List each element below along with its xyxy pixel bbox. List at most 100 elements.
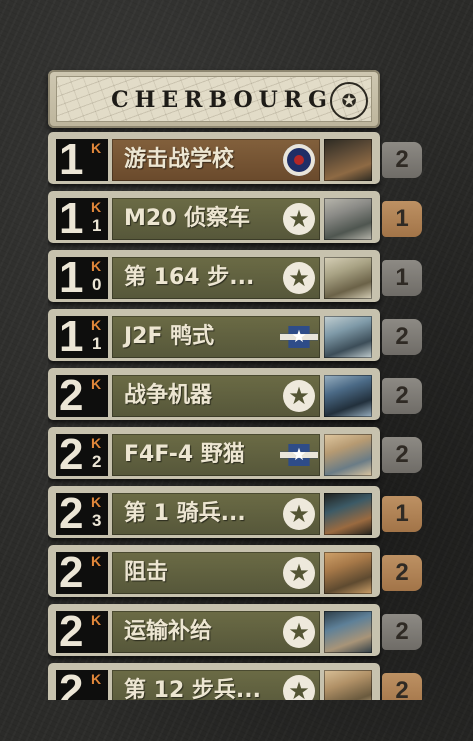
- us-navy-star-icon: ★: [280, 444, 318, 466]
- us-star-icon: ★: [283, 498, 315, 530]
- us-star-icon: ★: [283, 557, 315, 589]
- card-kredit-label: K: [91, 435, 102, 451]
- card-cost-value: 2: [59, 371, 84, 420]
- card-cost: 1K1: [56, 194, 108, 243]
- card-frame: 1 K 1 J2F 鸭式 ★: [48, 309, 380, 361]
- card-kredit-label: K: [91, 376, 102, 392]
- card-cost: 1K: [56, 138, 108, 182]
- card-cost-value: 1: [59, 253, 84, 302]
- card-copy-count: 2: [382, 437, 422, 473]
- card-cost: 2K3: [56, 489, 108, 538]
- card-kredit-label: K: [91, 140, 102, 156]
- card-copy-count: 1: [382, 201, 422, 237]
- card-art-thumbnail: [324, 670, 372, 700]
- card-kredit-label: K: [91, 494, 102, 510]
- card-frame: 1K0 第 164 步... ★: [48, 250, 380, 302]
- card-copy-count: 2: [382, 555, 422, 591]
- card-kredit-label: K: [91, 553, 102, 569]
- card-frame: 2 K 2 F4F-4 野猫 ★: [48, 427, 380, 479]
- card-kredit-value: 2: [92, 452, 102, 471]
- us-star-icon: ★: [283, 616, 315, 648]
- card-cost-value: 2: [59, 430, 84, 479]
- card-copy-count: 2: [382, 614, 422, 650]
- card-frame: 2 K 运输补给 ★: [48, 604, 380, 656]
- card-name-bar: 第 12 步兵... ★: [112, 670, 320, 700]
- deck-card-row[interactable]: 2 K 战争机器 ★ 2: [48, 366, 428, 422]
- deck-header: CHERBOURG ✪: [48, 70, 380, 128]
- card-name-bar: 运输补给 ★: [112, 611, 320, 653]
- deck-card-row[interactable]: 1 K 游击战学校 2: [48, 130, 428, 186]
- card-copy-count: 2: [382, 319, 422, 355]
- card-cost: 1K0: [56, 253, 108, 302]
- card-art-thumbnail: [324, 198, 372, 240]
- card-cost-value: 2: [59, 607, 84, 656]
- card-kredit-label: K: [91, 199, 102, 215]
- card-art-thumbnail: [324, 434, 372, 476]
- card-kredit-value: 1: [92, 216, 102, 235]
- card-copy-count: 1: [382, 260, 422, 296]
- card-name: 游击战学校: [124, 147, 235, 172]
- card-art-thumbnail: [324, 257, 372, 299]
- card-frame: 2K 第 12 步兵... ★: [48, 663, 380, 700]
- card-copy-count: 1: [382, 496, 422, 532]
- card-name: 第 164 步...: [124, 265, 255, 290]
- card-cost: 2K2: [56, 430, 108, 479]
- deck-card-row[interactable]: 2K3 第 1 骑兵... ★ 1: [48, 484, 428, 540]
- card-kredit-value: 3: [92, 511, 102, 530]
- uk-roundel-icon: [283, 144, 315, 176]
- card-name-bar: M20 侦察车 ★: [112, 198, 320, 240]
- card-cost: 2K: [56, 666, 108, 701]
- card-name-bar: J2F 鸭式 ★: [112, 316, 320, 358]
- card-art-thumbnail: [324, 552, 372, 594]
- card-name-bar: 游击战学校: [112, 139, 320, 181]
- deck-card-row[interactable]: 1 K 1 J2F 鸭式 ★ 2: [48, 307, 428, 363]
- deck-card-row[interactable]: 1 K 1 M20 侦察车 ★ 1: [48, 189, 428, 245]
- card-kredit-label: K: [91, 671, 102, 687]
- deck-card-list[interactable]: 1 K 游击战学校 2 1 K 1 M20 侦察车 ★ 1 1 K 0 第 164 步... ★ 1 1 K 1 J2…: [48, 130, 428, 700]
- us-star-icon: ★: [283, 203, 315, 235]
- card-cost-value: 1: [59, 194, 84, 243]
- us-star-icon: ★: [283, 262, 315, 294]
- card-frame: 1 K 游击战学校: [48, 132, 380, 184]
- card-copy-count: 2: [382, 378, 422, 414]
- card-cost: 2K: [56, 548, 108, 597]
- card-cost-value: 2: [59, 489, 84, 538]
- card-name: 阻击: [124, 560, 169, 585]
- card-art-thumbnail: [324, 375, 372, 417]
- card-name: F4F-4 野猫: [124, 442, 245, 467]
- card-frame: 2K3 第 1 骑兵... ★: [48, 486, 380, 538]
- card-name-bar: F4F-4 野猫 ★: [112, 434, 320, 476]
- deck-card-row[interactable]: 2K第 12 步兵... ★ 2: [48, 661, 428, 700]
- deck-card-row[interactable]: 2 K 2 F4F-4 野猫 ★ 2: [48, 425, 428, 481]
- card-name: 战争机器: [124, 383, 213, 408]
- card-frame: 2 K 战争机器 ★: [48, 368, 380, 420]
- card-kredit-value: 0: [92, 275, 102, 294]
- card-cost-value: 2: [59, 548, 84, 597]
- card-name-bar: 战争机器 ★: [112, 375, 320, 417]
- card-name: J2F 鸭式: [124, 324, 215, 349]
- card-cost-value: 2: [59, 666, 84, 701]
- card-frame: 1 K 1 M20 侦察车 ★: [48, 191, 380, 243]
- deck-card-row[interactable]: 2 K 运输补给 ★ 2: [48, 602, 428, 658]
- card-name: 运输补给: [124, 619, 213, 644]
- card-cost: 1K1: [56, 312, 108, 361]
- deck-card-row[interactable]: 2 K 阻击 ★ 2: [48, 543, 428, 599]
- card-art-thumbnail: [324, 493, 372, 535]
- us-eagle-seal-icon: ✪: [330, 82, 368, 120]
- card-kredit-value: 1: [92, 334, 102, 353]
- card-name: M20 侦察车: [124, 206, 251, 231]
- deck-card-row[interactable]: 1K0 第 164 步... ★ 1: [48, 248, 428, 304]
- card-cost: 2K: [56, 607, 108, 656]
- card-name-bar: 第 1 骑兵... ★: [112, 493, 320, 535]
- card-cost-value: 1: [59, 312, 84, 361]
- card-cost: 2K: [56, 371, 108, 420]
- card-name-bar: 阻击 ★: [112, 552, 320, 594]
- card-kredit-label: K: [91, 612, 102, 628]
- us-star-icon: ★: [283, 675, 315, 700]
- card-art-thumbnail: [324, 316, 372, 358]
- card-kredit-label: K: [91, 317, 102, 333]
- card-copy-count: 2: [382, 142, 422, 178]
- card-name: 第 1 骑兵...: [124, 501, 246, 526]
- card-copy-count: 2: [382, 673, 422, 700]
- card-art-thumbnail: [324, 139, 372, 181]
